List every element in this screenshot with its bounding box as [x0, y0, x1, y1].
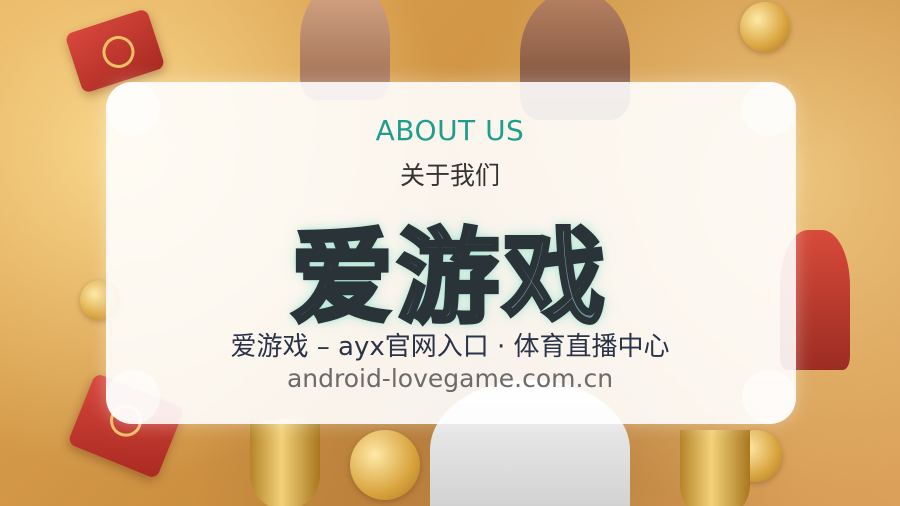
gold-coin-icon	[740, 2, 790, 52]
trophy-icon	[680, 430, 750, 506]
red-envelope-icon	[64, 8, 166, 94]
domain-text: android-lovegame.com.cn	[286, 364, 614, 393]
gold-coin-icon	[350, 430, 420, 500]
brand-title: 爱游戏	[289, 217, 609, 340]
about-us-subheading: 关于我们	[399, 161, 500, 190]
about-us-heading: ABOUT US	[375, 114, 525, 147]
trophy-icon	[250, 420, 320, 506]
tagline-text: 爱游戏 – ayx官网入口 · 体育直播中心	[230, 332, 670, 362]
